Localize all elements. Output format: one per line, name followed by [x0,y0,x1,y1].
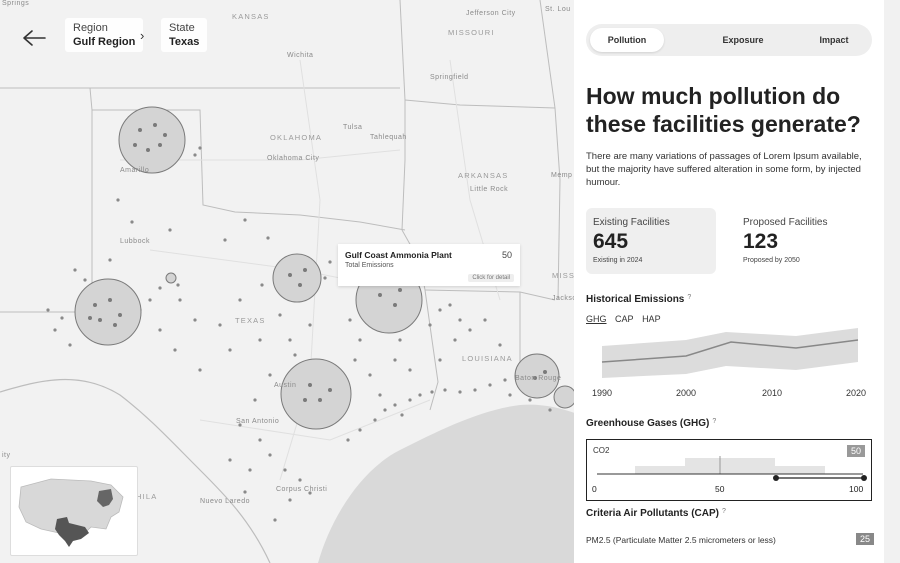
side-panel: Pollution Exposure Impact How much pollu… [574,0,884,563]
map-label-miss: MISS [552,271,576,280]
ghg-histogram [597,456,867,481]
facility-tooltip[interactable]: Gulf Coast Ammonia Plant 50 Total Emissi… [338,244,520,286]
map-label-little-rock: Little Rock [470,186,509,193]
tab-impact[interactable]: Impact [796,28,872,52]
tab-exposure[interactable]: Exposure [698,28,788,52]
chevron-right-icon: › [140,28,145,43]
existing-label: Existing Facilities [593,217,670,228]
map-label-hila: HILA [136,492,158,501]
axis-2000: 2000 [676,388,697,398]
ghg-tick-100: 100 [849,484,864,494]
map-label-ity: ity [2,452,11,459]
state-value: Texas [169,36,200,48]
tab-ghg[interactable]: GHG [586,314,607,324]
axis-2010: 2010 [762,388,783,398]
tooltip-subtitle: Total Emissions [345,262,394,269]
tooltip-facility-name: Gulf Coast Ammonia Plant [345,250,452,260]
pm25-badge: 25 [856,533,875,545]
panel-tabs: Pollution Exposure Impact [586,24,872,56]
arrow-left-icon [23,30,46,46]
map-label-louisiana: LOUISIANA [462,354,513,363]
proposed-facilities-card[interactable]: Proposed Facilities 123 Proposed by 2050 [736,208,866,274]
info-icon[interactable]: ? [712,418,716,425]
ghg-tick-50: 50 [715,484,725,494]
panel-description: There are many variations of passages of… [586,151,862,188]
map-label-arkansas: ARKANSAS [458,171,509,180]
map-label-amarillo: Amarillo [120,167,150,174]
tooltip-value: 50 [501,250,512,260]
map-label-springfield: Springfield [430,74,469,81]
proposed-note: Proposed by 2050 [743,257,800,264]
map-label-lubbock: Lubbock [120,238,150,245]
map-label-wichita: Wichita [287,52,314,59]
tab-cap[interactable]: CAP [615,314,634,324]
map-label-missouri: MISSOURI [448,28,495,37]
breadcrumb-region[interactable]: Region Gulf Region [65,18,144,52]
breadcrumb-state[interactable]: State Texas [161,18,208,52]
historical-emissions-chart[interactable] [596,326,866,384]
map-label-tahlequah: Tahlequah [370,134,407,141]
back-button[interactable] [14,22,54,54]
panel-title: How much pollution do these facilities g… [586,83,861,137]
cap-heading: Criteria Air Pollutants (CAP)? [586,508,726,519]
proposed-value: 123 [743,230,779,253]
ghg-tick-0: 0 [592,484,597,494]
tooltip-detail-link[interactable]: Click for detail [468,274,514,282]
map-label-memphis: Memp [551,172,573,179]
map-label-austin: Austin [274,382,297,389]
tab-pollution[interactable]: Pollution [590,28,664,52]
existing-note: Existing in 2024 [593,257,643,264]
ghg-heading: Greenhouse Gases (GHG)? [586,418,717,429]
map-label-st-lou: St. Lou [545,6,571,13]
map-label-san-antonio: San Antonio [236,418,280,425]
axis-2020: 2020 [846,388,867,398]
state-label: State [169,22,195,34]
map-label-springs: Springs [2,0,30,7]
map-label-nuevo-laredo: Nuevo Laredo [200,498,250,505]
historical-tabs: GHG CAP HAP [586,314,667,324]
existing-value: 645 [593,230,629,253]
map-label-tulsa: Tulsa [343,124,363,131]
info-icon[interactable]: ? [722,508,726,515]
ghg-distribution-card[interactable]: CO2 50 0 50 100 [586,439,872,501]
tab-hap[interactable]: HAP [642,314,661,324]
info-icon[interactable]: ? [687,294,691,301]
map-label-oklahoma-city: Oklahoma City [267,155,320,162]
app-root: Springs KANSAS Jefferson City St. Lou MI… [0,0,900,563]
map-label-kansas: KANSAS [232,12,270,21]
region-label: Region [73,22,108,34]
map-label-corpus-christi: Corpus Christi [276,486,328,493]
map-label-oklahoma: OKLAHOMA [270,133,323,142]
proposed-label: Proposed Facilities [743,217,828,228]
existing-facilities-card[interactable]: Existing Facilities 645 Existing in 2024 [586,208,716,274]
inset-map[interactable] [10,466,138,556]
axis-1990: 1990 [592,388,613,398]
us-map-icon [18,478,124,547]
map-label-baton-rouge: Baton Rouge [515,375,562,382]
historical-emissions-heading: Historical Emissions? [586,294,692,305]
map-edge-strip [884,0,900,563]
map-label-jefferson-city: Jefferson City [466,10,516,17]
pm25-label: PM2.5 (Particulate Matter 2.5 micrometer… [586,535,776,545]
region-value: Gulf Region [73,36,136,48]
map-label-texas: TEXAS [235,316,266,325]
